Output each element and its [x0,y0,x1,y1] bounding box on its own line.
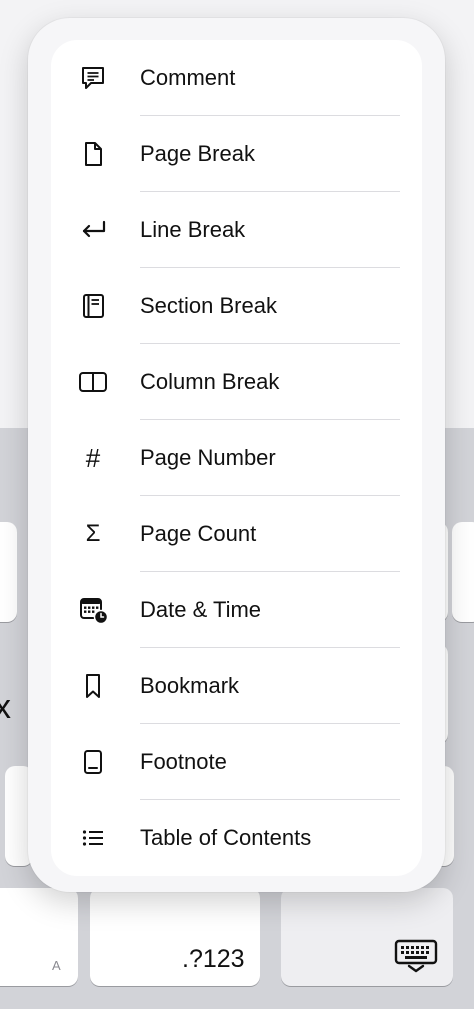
menu-item-comment[interactable]: Comment [51,40,422,116]
line-break-icon [77,214,109,246]
insert-menu: Comment Page Break Line Break Section Br… [51,40,422,876]
comment-icon [77,62,109,94]
key-right-row2b[interactable] [452,522,474,622]
key-x-label: x [0,688,11,726]
bookmark-icon [77,670,109,702]
key-hint-letter: A [52,958,61,973]
keyboard-dismiss-icon [394,939,438,973]
menu-item-page-break[interactable]: Page Break [51,116,422,192]
list-icon [77,822,109,854]
key-bottom-left[interactable] [0,888,78,986]
menu-item-label: Section Break [140,293,277,318]
calendar-clock-icon [77,594,109,626]
sigma-icon: Σ [85,520,101,547]
section-break-icon [77,290,109,322]
menu-item-label: Comment [140,65,236,90]
menu-item-label: Page Count [140,521,257,546]
menu-item-section-break[interactable]: Section Break [51,268,422,344]
key-left-row2[interactable] [0,522,17,622]
menu-item-label: Page Number [140,445,276,470]
footnote-icon [77,746,109,778]
menu-item-page-count[interactable]: Σ Page Count [51,496,422,572]
menu-item-table-of-contents[interactable]: Table of Contents [51,800,422,876]
menu-item-page-number[interactable]: # Page Number [51,420,422,496]
menu-item-footnote[interactable]: Footnote [51,724,422,800]
menu-item-label: Column Break [140,369,280,394]
menu-item-label: Footnote [140,749,227,774]
menu-item-bookmark[interactable]: Bookmark [51,648,422,724]
menu-item-label: Date & Time [140,597,262,622]
numbers-key-label: .?123 [182,945,245,973]
column-break-icon [77,366,109,398]
menu-item-column-break[interactable]: Column Break [51,344,422,420]
menu-item-label: Bookmark [140,673,240,698]
menu-item-label: Table of Contents [140,825,312,850]
menu-item-date-time[interactable]: Date & Time [51,572,422,648]
hash-icon: # [85,442,101,473]
menu-item-line-break[interactable]: Line Break [51,192,422,268]
menu-item-label: Page Break [140,141,255,166]
page-break-icon [77,138,109,170]
menu-item-label: Line Break [140,217,246,242]
